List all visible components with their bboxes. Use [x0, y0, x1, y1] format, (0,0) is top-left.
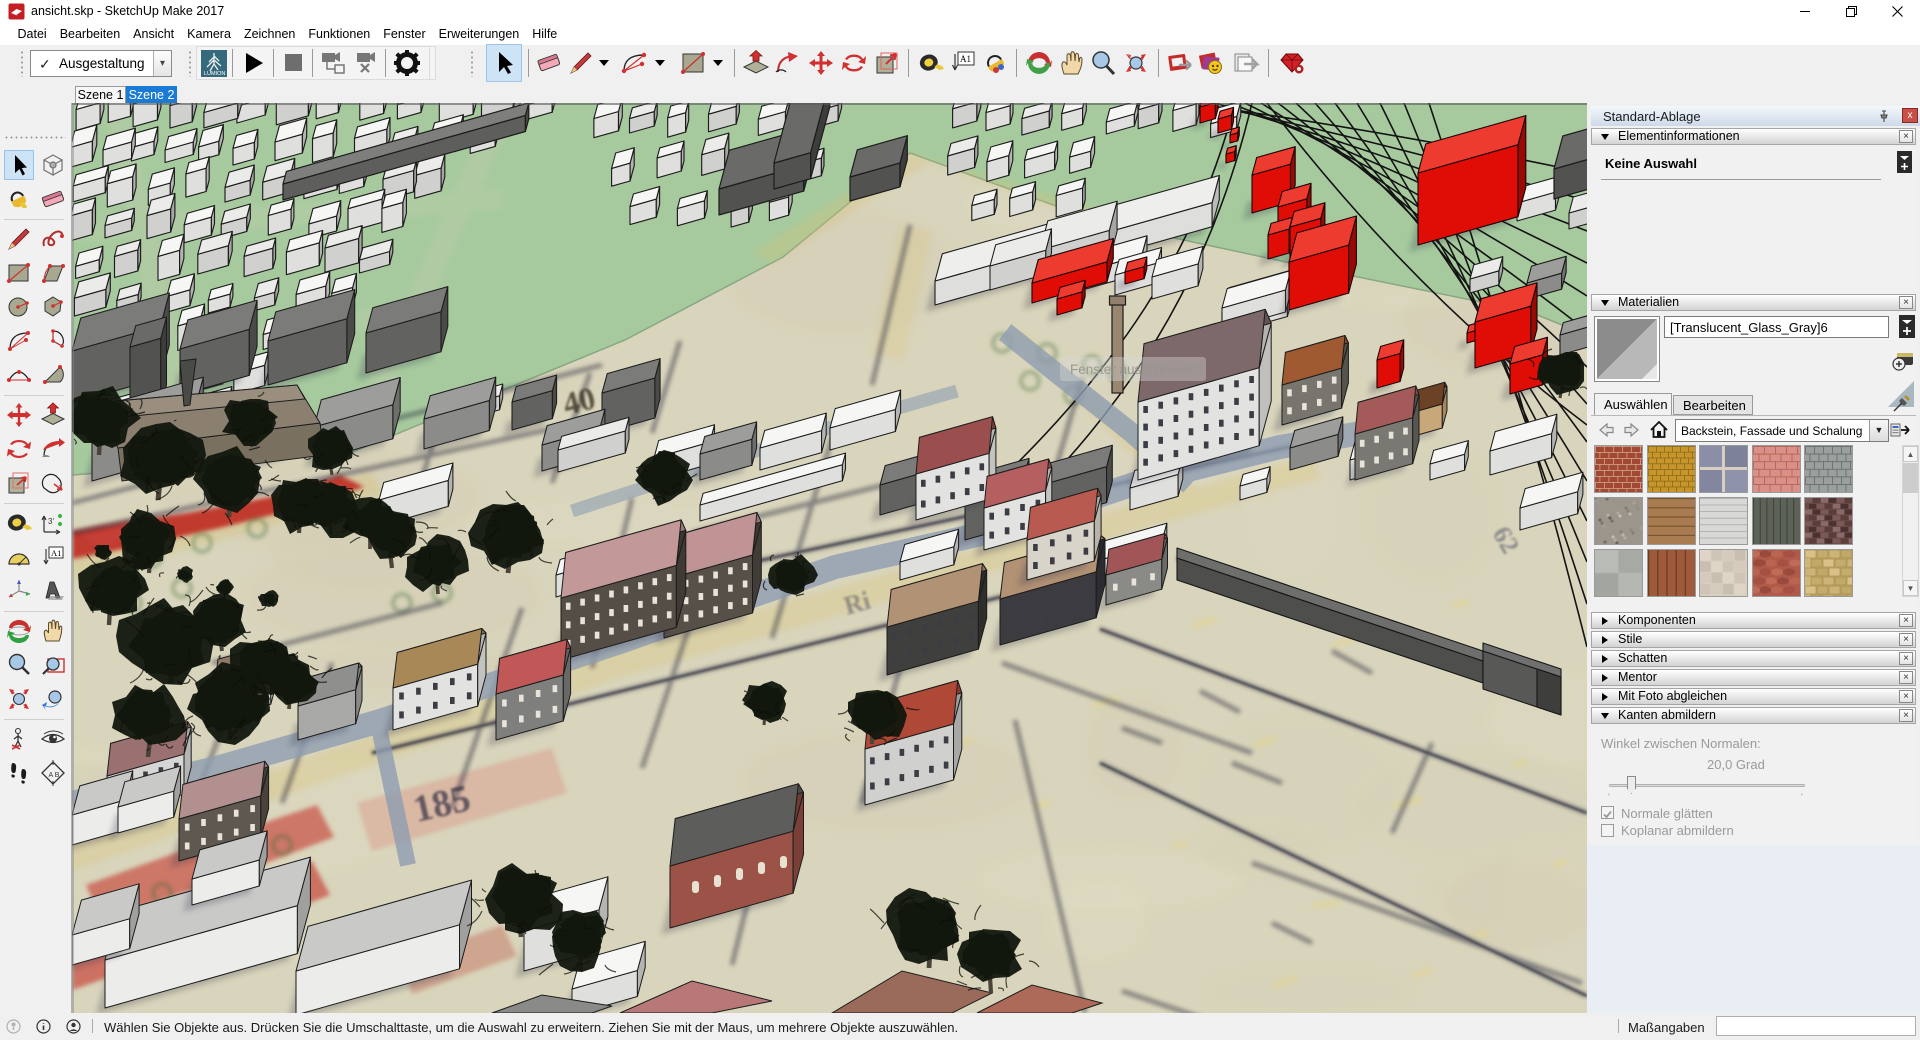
- svg-text:A B: A B: [49, 772, 60, 779]
- svg-text:LUMION: LUMION: [204, 71, 225, 77]
- svg-text:A1: A1: [51, 548, 61, 558]
- svg-text:3': 3': [48, 517, 54, 526]
- svg-text:A1: A1: [960, 54, 971, 64]
- svg-text:Fenster ausschneiden: Fenster ausschneiden: [1070, 362, 1203, 377]
